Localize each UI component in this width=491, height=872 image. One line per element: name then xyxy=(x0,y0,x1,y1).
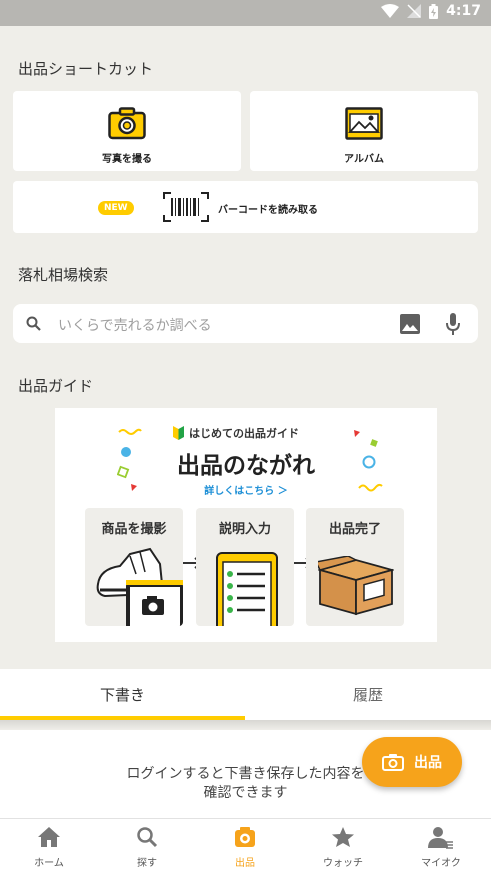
search-icon xyxy=(137,827,158,848)
camera-shortcut-label: 写真を撮る xyxy=(102,154,152,165)
signal-icon xyxy=(407,4,422,18)
album-shortcut-button[interactable]: アルバム xyxy=(250,91,478,171)
guide-step-label: 説明入力 xyxy=(218,522,271,537)
microphone-icon[interactable] xyxy=(446,313,460,335)
phone-checklist-illustration xyxy=(216,552,278,626)
nav-label: ホーム xyxy=(34,858,64,869)
barcode-icon xyxy=(163,192,209,222)
nav-home[interactable]: ホーム xyxy=(0,819,98,872)
guide-subtitle-row: はじめての出品ガイド xyxy=(173,425,299,441)
tab-drafts[interactable]: 下書き xyxy=(0,669,245,720)
bottom-navigation: ホーム 探す 出品 ウォッチ マイオク xyxy=(0,818,491,872)
price-search-bar[interactable]: いくらで売れるか調べる xyxy=(13,304,478,343)
star-icon xyxy=(332,827,354,847)
album-icon xyxy=(345,107,383,140)
camera-shortcut-button[interactable]: 写真を撮る xyxy=(13,91,241,171)
camera-icon xyxy=(382,754,404,771)
sneaker-phone-illustration xyxy=(96,547,183,626)
home-icon xyxy=(38,827,60,847)
nav-label: 出品 xyxy=(235,858,255,869)
nav-label: ウォッチ xyxy=(323,858,363,869)
nav-search[interactable]: 探す xyxy=(98,819,196,872)
search-input[interactable]: いくらで売れるか調べる xyxy=(58,315,212,335)
status-time: 4:17 xyxy=(446,3,481,19)
guide-step-photo: 商品を撮影 xyxy=(85,508,183,626)
nav-label: 探す xyxy=(137,858,157,869)
person-icon xyxy=(428,827,453,849)
nav-sell[interactable]: 出品 xyxy=(196,819,294,872)
battery-icon xyxy=(429,3,439,19)
shortcuts-title: 出品ショートカット xyxy=(18,60,154,78)
sell-fab-label: 出品 xyxy=(414,755,442,771)
guide-step-complete: 出品完了 xyxy=(306,508,404,626)
tab-divider xyxy=(0,720,491,730)
status-icons: 4:17 xyxy=(381,3,481,19)
barcode-shortcut-button[interactable]: NEW バーコードを読み取る xyxy=(13,181,478,233)
price-search-title: 落札相場検索 xyxy=(18,266,109,284)
search-icon xyxy=(26,316,41,331)
guide-details-link[interactable]: 詳しくはこちら ＞ xyxy=(55,482,437,497)
guide-banner[interactable]: はじめての出品ガイド 出品のながれ 詳しくはこちら ＞ 商品を撮影 説明入力 出… xyxy=(55,408,437,642)
sell-fab-button[interactable]: 出品 xyxy=(362,737,462,787)
wifi-icon xyxy=(381,4,400,18)
tab-history[interactable]: 履歴 xyxy=(245,669,491,720)
guide-step-label: 商品を撮影 xyxy=(101,522,167,537)
camera-icon xyxy=(235,827,255,847)
album-shortcut-label: アルバム xyxy=(344,154,384,165)
beginner-mark-icon xyxy=(173,426,184,440)
guide-heading: 出品のながれ xyxy=(177,453,315,479)
cardboard-box-illustration xyxy=(318,556,394,616)
guide-step-description: 説明入力 xyxy=(196,508,294,626)
guide-step-label: 出品完了 xyxy=(328,522,381,537)
image-search-icon[interactable] xyxy=(400,314,420,334)
nav-watch[interactable]: ウォッチ xyxy=(294,819,392,872)
status-bar: 4:17 xyxy=(0,0,491,26)
draft-history-tabs: 下書き 履歴 xyxy=(0,669,491,720)
guide-title: 出品ガイド xyxy=(18,377,94,395)
barcode-shortcut-label: バーコードを読み取る xyxy=(218,205,318,216)
new-badge: NEW xyxy=(98,201,134,215)
guide-subtitle: はじめての出品ガイド xyxy=(189,427,299,440)
camera-icon xyxy=(108,107,146,140)
nav-my-auction[interactable]: マイオク xyxy=(392,819,490,872)
nav-label: マイオク xyxy=(421,858,461,869)
